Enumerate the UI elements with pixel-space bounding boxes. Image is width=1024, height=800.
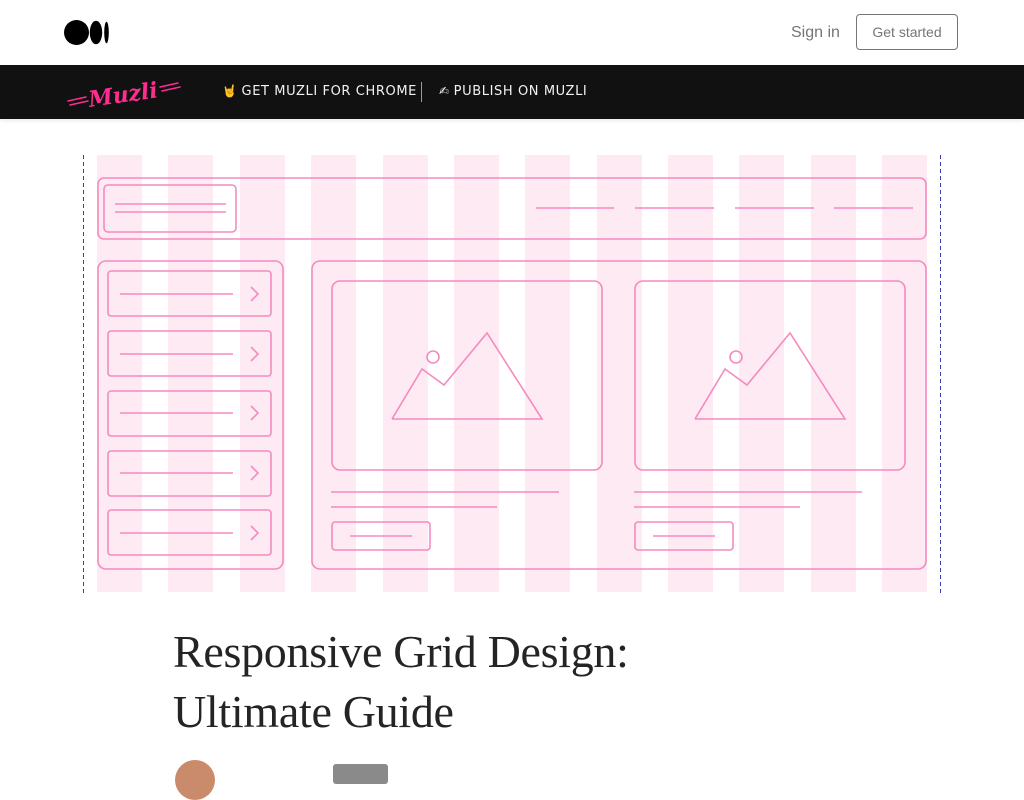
site-header: Sign in Get started bbox=[0, 0, 1024, 65]
medium-logo-icon[interactable] bbox=[64, 20, 110, 45]
publication-bar: Muzli 🤘 GET MUZLI FOR CHROME ✍ PUBLISH ON … bbox=[0, 65, 1024, 119]
author-avatar[interactable] bbox=[175, 760, 215, 800]
wireframe bbox=[97, 177, 927, 570]
muzli-logo[interactable]: Muzli bbox=[66, 75, 182, 111]
writing-hand-icon: ✍ bbox=[439, 84, 450, 98]
rock-hand-icon: 🤘 bbox=[222, 84, 238, 98]
title-line-1: Responsive Grid Design: bbox=[173, 626, 629, 677]
hero-grid-illustration bbox=[83, 155, 941, 593]
publish-on-muzli-link[interactable]: ✍ PUBLISH ON MUZLI bbox=[439, 84, 587, 99]
sign-in-link[interactable]: Sign in bbox=[791, 24, 840, 42]
article-title: Responsive Grid Design: Ultimate Guide bbox=[173, 622, 873, 742]
divider bbox=[421, 82, 422, 102]
title-line-2: Ultimate Guide bbox=[173, 686, 454, 737]
svg-text:Muzli: Muzli bbox=[86, 77, 159, 111]
get-started-button[interactable]: Get started bbox=[856, 14, 958, 50]
follow-button[interactable] bbox=[333, 764, 388, 784]
get-muzli-for-chrome-link[interactable]: 🤘 GET MUZLI FOR CHROME bbox=[222, 84, 417, 99]
